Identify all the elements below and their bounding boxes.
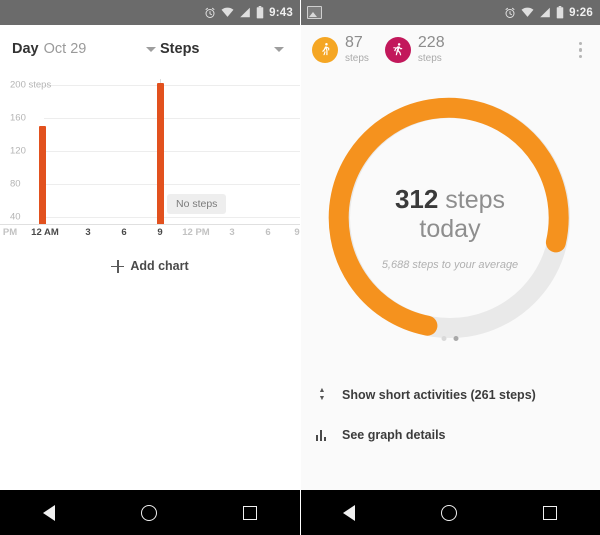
steps-bar-chart[interactable]: 200 steps 160 120 80 40 No steps PM 12 A…	[0, 77, 300, 247]
gridline-160	[44, 118, 300, 119]
metric-selector[interactable]: Steps	[160, 41, 288, 57]
walking-unit: steps	[345, 53, 369, 65]
battery-icon	[556, 6, 564, 19]
pager-dot-active[interactable]	[453, 336, 459, 341]
activity-walking[interactable]: 87 steps	[312, 35, 369, 64]
right-phone-screen: 9:26 87 steps 228 steps 312 steps today …	[300, 0, 600, 535]
back-icon[interactable]	[43, 504, 55, 521]
add-chart-label: Add chart	[130, 259, 189, 273]
chevron-down-icon	[274, 46, 284, 52]
x-tick-label: PM	[2, 227, 18, 238]
wifi-icon	[521, 7, 534, 18]
screen-divider	[300, 0, 301, 535]
y-tick-label: 40	[10, 211, 21, 223]
bar-12am[interactable]	[39, 126, 46, 225]
home-icon[interactable]	[141, 504, 157, 521]
running-counts: 228 steps	[418, 35, 445, 64]
right-navigation-bar	[300, 490, 600, 535]
kebab-menu-icon[interactable]	[573, 36, 588, 64]
gridline-200	[44, 85, 300, 86]
x-tick-label: 9	[157, 227, 163, 238]
steps-headline: 312 steps	[335, 184, 565, 215]
show-short-activities-label: Show short activities (261 steps)	[342, 388, 536, 402]
up-down-icon: ▲ ▼	[318, 387, 326, 402]
no-steps-tooltip: No steps	[167, 194, 227, 214]
x-axis-line	[0, 224, 300, 225]
gridline-80	[44, 184, 300, 185]
date-label: Oct 29	[43, 41, 87, 57]
left-toolbar: Day Oct 29 Steps	[0, 25, 300, 73]
bar-chart-icon	[316, 429, 328, 441]
right-status-bar: 9:26	[300, 0, 600, 25]
steps-today-word: today	[419, 214, 481, 243]
see-graph-details-item[interactable]: See graph details	[316, 415, 584, 455]
x-tick-label: 6	[121, 227, 127, 238]
left-status-bar: 9:43	[0, 0, 300, 25]
right-status-left	[307, 6, 504, 19]
left-status-right: 9:43	[204, 6, 293, 19]
recents-icon[interactable]	[543, 505, 557, 520]
right-status-right: 9:26	[504, 6, 593, 19]
screenshot-icon	[307, 6, 322, 19]
signal-icon	[539, 7, 551, 18]
x-tick-label: 12 PM	[182, 227, 210, 238]
add-chart-button[interactable]: Add chart	[0, 259, 300, 273]
left-phone-screen: 9:43 Day Oct 29 Steps 200 steps 160 120 …	[0, 0, 300, 535]
alarm-icon	[204, 7, 216, 19]
bar-9am[interactable]	[157, 83, 164, 225]
show-short-activities-item[interactable]: ▲ ▼ Show short activities (261 steps)	[316, 375, 584, 415]
pager-dots[interactable]	[441, 336, 459, 341]
back-icon[interactable]	[343, 504, 355, 521]
walking-counts: 87 steps	[345, 35, 369, 64]
x-tick-label: 9	[294, 227, 300, 238]
details-list: ▲ ▼ Show short activities (261 steps) See…	[300, 375, 600, 455]
x-tick-label: 12 AM	[31, 227, 59, 238]
running-icon	[384, 36, 411, 63]
right-status-time: 9:26	[569, 6, 593, 19]
wifi-icon	[221, 7, 234, 18]
steps-ring-panel[interactable]: 312 steps today 5,688 steps to your aver…	[300, 75, 600, 375]
left-status-time: 9:43	[269, 6, 293, 19]
period-selector[interactable]: Day Oct 29	[12, 41, 160, 57]
period-label: Day	[12, 41, 39, 57]
running-count: 228	[417, 34, 445, 52]
steps-average-note: 5,688 steps to your average	[381, 258, 519, 271]
steps-ring-center: 312 steps today 5,688 steps to your aver…	[335, 184, 565, 271]
pager-dot[interactable]	[441, 336, 447, 341]
activity-running[interactable]: 228 steps	[384, 35, 445, 64]
alarm-icon	[504, 7, 516, 19]
activity-summary-header: 87 steps 228 steps	[300, 25, 600, 75]
running-unit: steps	[417, 53, 442, 65]
recents-icon[interactable]	[243, 505, 257, 520]
chart-plot-area: 200 steps 160 120 80 40 No steps	[0, 77, 300, 225]
steps-value: 312	[394, 184, 439, 215]
y-tick-label: 120	[10, 145, 26, 157]
dual-screenshot: 9:43 Day Oct 29 Steps 200 steps 160 120 …	[0, 0, 600, 535]
y-tick-label: 80	[10, 178, 21, 190]
y-tick-label: 160	[10, 112, 26, 124]
gridline-40	[44, 217, 300, 218]
signal-icon	[239, 7, 251, 18]
x-tick-label: 3	[229, 227, 235, 238]
walking-icon	[312, 36, 338, 63]
metric-label: Steps	[160, 41, 200, 57]
home-icon[interactable]	[441, 504, 457, 521]
chevron-down-icon	[146, 46, 156, 52]
y-tick-label: 200 steps	[10, 79, 52, 91]
x-tick-label: 6	[265, 227, 271, 238]
see-graph-details-label: See graph details	[342, 428, 446, 442]
x-axis-labels: PM 12 AM 3 6 9 12 PM 3 6 9	[0, 227, 300, 245]
plus-icon	[111, 259, 125, 273]
steps-word: steps	[445, 186, 506, 215]
left-navigation-bar	[0, 490, 300, 535]
gridline-120	[44, 151, 300, 152]
battery-icon	[256, 6, 264, 19]
x-tick-label: 3	[85, 227, 91, 238]
walking-count: 87	[345, 34, 363, 52]
